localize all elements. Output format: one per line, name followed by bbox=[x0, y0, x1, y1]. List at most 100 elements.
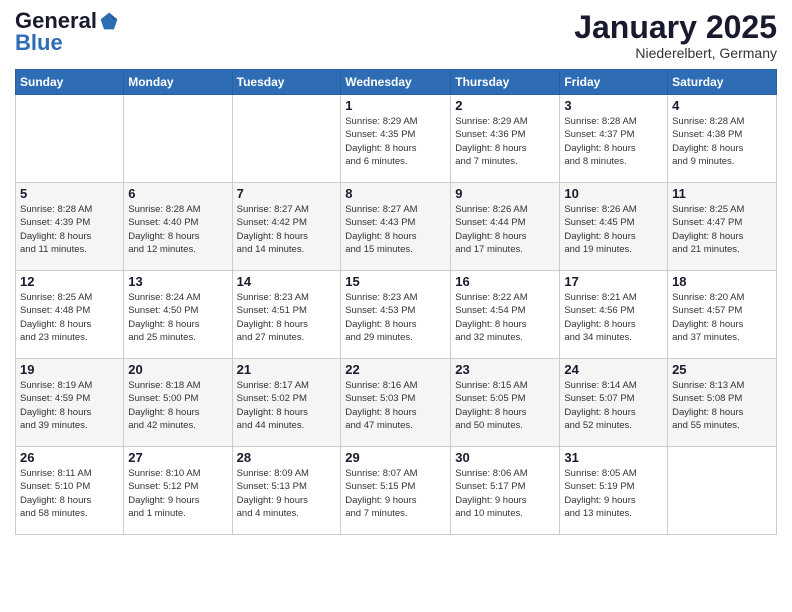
table-row: 23 Sunrise: 8:15 AM Sunset: 5:05 PM Dayli… bbox=[451, 359, 560, 447]
day-info: Sunrise: 8:19 AM Sunset: 4:59 PM Dayligh… bbox=[20, 379, 119, 432]
logo-icon bbox=[99, 11, 119, 31]
day-number: 17 bbox=[564, 274, 663, 289]
page-header: General Blue January 2025 Niederelbert, … bbox=[15, 10, 777, 61]
table-row: 14 Sunrise: 8:23 AM Sunset: 4:51 PM Dayli… bbox=[232, 271, 341, 359]
table-row: 22 Sunrise: 8:16 AM Sunset: 5:03 PM Dayli… bbox=[341, 359, 451, 447]
calendar-week-row: 5 Sunrise: 8:28 AM Sunset: 4:39 PM Daylig… bbox=[16, 183, 777, 271]
day-number: 1 bbox=[345, 98, 446, 113]
day-info: Sunrise: 8:28 AM Sunset: 4:39 PM Dayligh… bbox=[20, 203, 119, 256]
day-info: Sunrise: 8:06 AM Sunset: 5:17 PM Dayligh… bbox=[455, 467, 555, 520]
day-number: 11 bbox=[672, 186, 772, 201]
day-number: 30 bbox=[455, 450, 555, 465]
day-info: Sunrise: 8:11 AM Sunset: 5:10 PM Dayligh… bbox=[20, 467, 119, 520]
day-info: Sunrise: 8:14 AM Sunset: 5:07 PM Dayligh… bbox=[564, 379, 663, 432]
day-info: Sunrise: 8:26 AM Sunset: 4:44 PM Dayligh… bbox=[455, 203, 555, 256]
day-number: 6 bbox=[128, 186, 227, 201]
table-row: 6 Sunrise: 8:28 AM Sunset: 4:40 PM Daylig… bbox=[124, 183, 232, 271]
day-info: Sunrise: 8:28 AM Sunset: 4:40 PM Dayligh… bbox=[128, 203, 227, 256]
day-number: 22 bbox=[345, 362, 446, 377]
day-number: 14 bbox=[237, 274, 337, 289]
table-row: 19 Sunrise: 8:19 AM Sunset: 4:59 PM Dayli… bbox=[16, 359, 124, 447]
table-row: 31 Sunrise: 8:05 AM Sunset: 5:19 PM Dayli… bbox=[560, 447, 668, 535]
title-area: January 2025 Niederelbert, Germany bbox=[574, 10, 777, 61]
table-row: 28Sunrise: 8:09 AM Sunset: 5:13 PM Dayli… bbox=[232, 447, 341, 535]
day-info: Sunrise: 8:05 AM Sunset: 5:19 PM Dayligh… bbox=[564, 467, 663, 520]
col-thursday: Thursday bbox=[451, 70, 560, 95]
calendar-week-row: 12Sunrise: 8:25 AM Sunset: 4:48 PM Dayli… bbox=[16, 271, 777, 359]
day-number: 4 bbox=[672, 98, 772, 113]
table-row bbox=[16, 95, 124, 183]
table-row: 5 Sunrise: 8:28 AM Sunset: 4:39 PM Daylig… bbox=[16, 183, 124, 271]
table-row: 1Sunrise: 8:29 AM Sunset: 4:35 PM Daylig… bbox=[341, 95, 451, 183]
calendar-header-row: Sunday Monday Tuesday Wednesday Thursday… bbox=[16, 70, 777, 95]
day-info: Sunrise: 8:24 AM Sunset: 4:50 PM Dayligh… bbox=[128, 291, 227, 344]
col-tuesday: Tuesday bbox=[232, 70, 341, 95]
day-info: Sunrise: 8:18 AM Sunset: 5:00 PM Dayligh… bbox=[128, 379, 227, 432]
day-number: 13 bbox=[128, 274, 227, 289]
day-number: 7 bbox=[237, 186, 337, 201]
table-row: 30 Sunrise: 8:06 AM Sunset: 5:17 PM Dayli… bbox=[451, 447, 560, 535]
table-row: 13 Sunrise: 8:24 AM Sunset: 4:50 PM Dayli… bbox=[124, 271, 232, 359]
day-info: Sunrise: 8:28 AM Sunset: 4:37 PM Dayligh… bbox=[564, 115, 663, 168]
day-number: 26 bbox=[20, 450, 119, 465]
logo-general: General bbox=[15, 10, 97, 32]
day-number: 16 bbox=[455, 274, 555, 289]
day-info: Sunrise: 8:26 AM Sunset: 4:45 PM Dayligh… bbox=[564, 203, 663, 256]
location: Niederelbert, Germany bbox=[574, 45, 777, 61]
table-row: 15 Sunrise: 8:23 AM Sunset: 4:53 PM Dayli… bbox=[341, 271, 451, 359]
col-wednesday: Wednesday bbox=[341, 70, 451, 95]
day-info: Sunrise: 8:22 AM Sunset: 4:54 PM Dayligh… bbox=[455, 291, 555, 344]
day-number: 25 bbox=[672, 362, 772, 377]
month-title: January 2025 bbox=[574, 10, 777, 45]
day-info: Sunrise: 8:25 AM Sunset: 4:47 PM Dayligh… bbox=[672, 203, 772, 256]
table-row: 7 Sunrise: 8:27 AM Sunset: 4:42 PM Daylig… bbox=[232, 183, 341, 271]
day-number: 27 bbox=[128, 450, 227, 465]
day-number: 20 bbox=[128, 362, 227, 377]
day-number: 3 bbox=[564, 98, 663, 113]
table-row: 26 Sunrise: 8:11 AM Sunset: 5:10 PM Dayli… bbox=[16, 447, 124, 535]
page-container: General Blue January 2025 Niederelbert, … bbox=[0, 0, 792, 545]
day-info: Sunrise: 8:27 AM Sunset: 4:42 PM Dayligh… bbox=[237, 203, 337, 256]
table-row bbox=[232, 95, 341, 183]
day-number: 9 bbox=[455, 186, 555, 201]
calendar-week-row: 26 Sunrise: 8:11 AM Sunset: 5:10 PM Dayli… bbox=[16, 447, 777, 535]
col-friday: Friday bbox=[560, 70, 668, 95]
day-number: 15 bbox=[345, 274, 446, 289]
logo-text: General bbox=[15, 10, 119, 32]
day-number: 31 bbox=[564, 450, 663, 465]
day-info: Sunrise: 8:25 AM Sunset: 4:48 PM Dayligh… bbox=[20, 291, 119, 344]
calendar-table: Sunday Monday Tuesday Wednesday Thursday… bbox=[15, 69, 777, 535]
calendar-week-row: 19 Sunrise: 8:19 AM Sunset: 4:59 PM Dayli… bbox=[16, 359, 777, 447]
table-row: 21Sunrise: 8:17 AM Sunset: 5:02 PM Dayli… bbox=[232, 359, 341, 447]
logo: General Blue bbox=[15, 10, 119, 54]
day-number: 2 bbox=[455, 98, 555, 113]
day-number: 23 bbox=[455, 362, 555, 377]
day-info: Sunrise: 8:23 AM Sunset: 4:53 PM Dayligh… bbox=[345, 291, 446, 344]
logo-blue: Blue bbox=[15, 32, 63, 54]
day-info: Sunrise: 8:16 AM Sunset: 5:03 PM Dayligh… bbox=[345, 379, 446, 432]
calendar-week-row: 1Sunrise: 8:29 AM Sunset: 4:35 PM Daylig… bbox=[16, 95, 777, 183]
day-number: 21 bbox=[237, 362, 337, 377]
col-sunday: Sunday bbox=[16, 70, 124, 95]
table-row: 9 Sunrise: 8:26 AM Sunset: 4:44 PM Daylig… bbox=[451, 183, 560, 271]
col-saturday: Saturday bbox=[668, 70, 777, 95]
col-monday: Monday bbox=[124, 70, 232, 95]
day-info: Sunrise: 8:23 AM Sunset: 4:51 PM Dayligh… bbox=[237, 291, 337, 344]
day-number: 28 bbox=[237, 450, 337, 465]
table-row: 8Sunrise: 8:27 AM Sunset: 4:43 PM Daylig… bbox=[341, 183, 451, 271]
table-row: 18Sunrise: 8:20 AM Sunset: 4:57 PM Dayli… bbox=[668, 271, 777, 359]
table-row bbox=[668, 447, 777, 535]
day-number: 5 bbox=[20, 186, 119, 201]
day-info: Sunrise: 8:20 AM Sunset: 4:57 PM Dayligh… bbox=[672, 291, 772, 344]
day-number: 19 bbox=[20, 362, 119, 377]
table-row: 3 Sunrise: 8:28 AM Sunset: 4:37 PM Daylig… bbox=[560, 95, 668, 183]
day-info: Sunrise: 8:21 AM Sunset: 4:56 PM Dayligh… bbox=[564, 291, 663, 344]
day-number: 24 bbox=[564, 362, 663, 377]
day-number: 8 bbox=[345, 186, 446, 201]
day-info: Sunrise: 8:15 AM Sunset: 5:05 PM Dayligh… bbox=[455, 379, 555, 432]
day-info: Sunrise: 8:13 AM Sunset: 5:08 PM Dayligh… bbox=[672, 379, 772, 432]
day-info: Sunrise: 8:28 AM Sunset: 4:38 PM Dayligh… bbox=[672, 115, 772, 168]
table-row: 12Sunrise: 8:25 AM Sunset: 4:48 PM Dayli… bbox=[16, 271, 124, 359]
table-row: 27Sunrise: 8:10 AM Sunset: 5:12 PM Dayli… bbox=[124, 447, 232, 535]
day-number: 10 bbox=[564, 186, 663, 201]
